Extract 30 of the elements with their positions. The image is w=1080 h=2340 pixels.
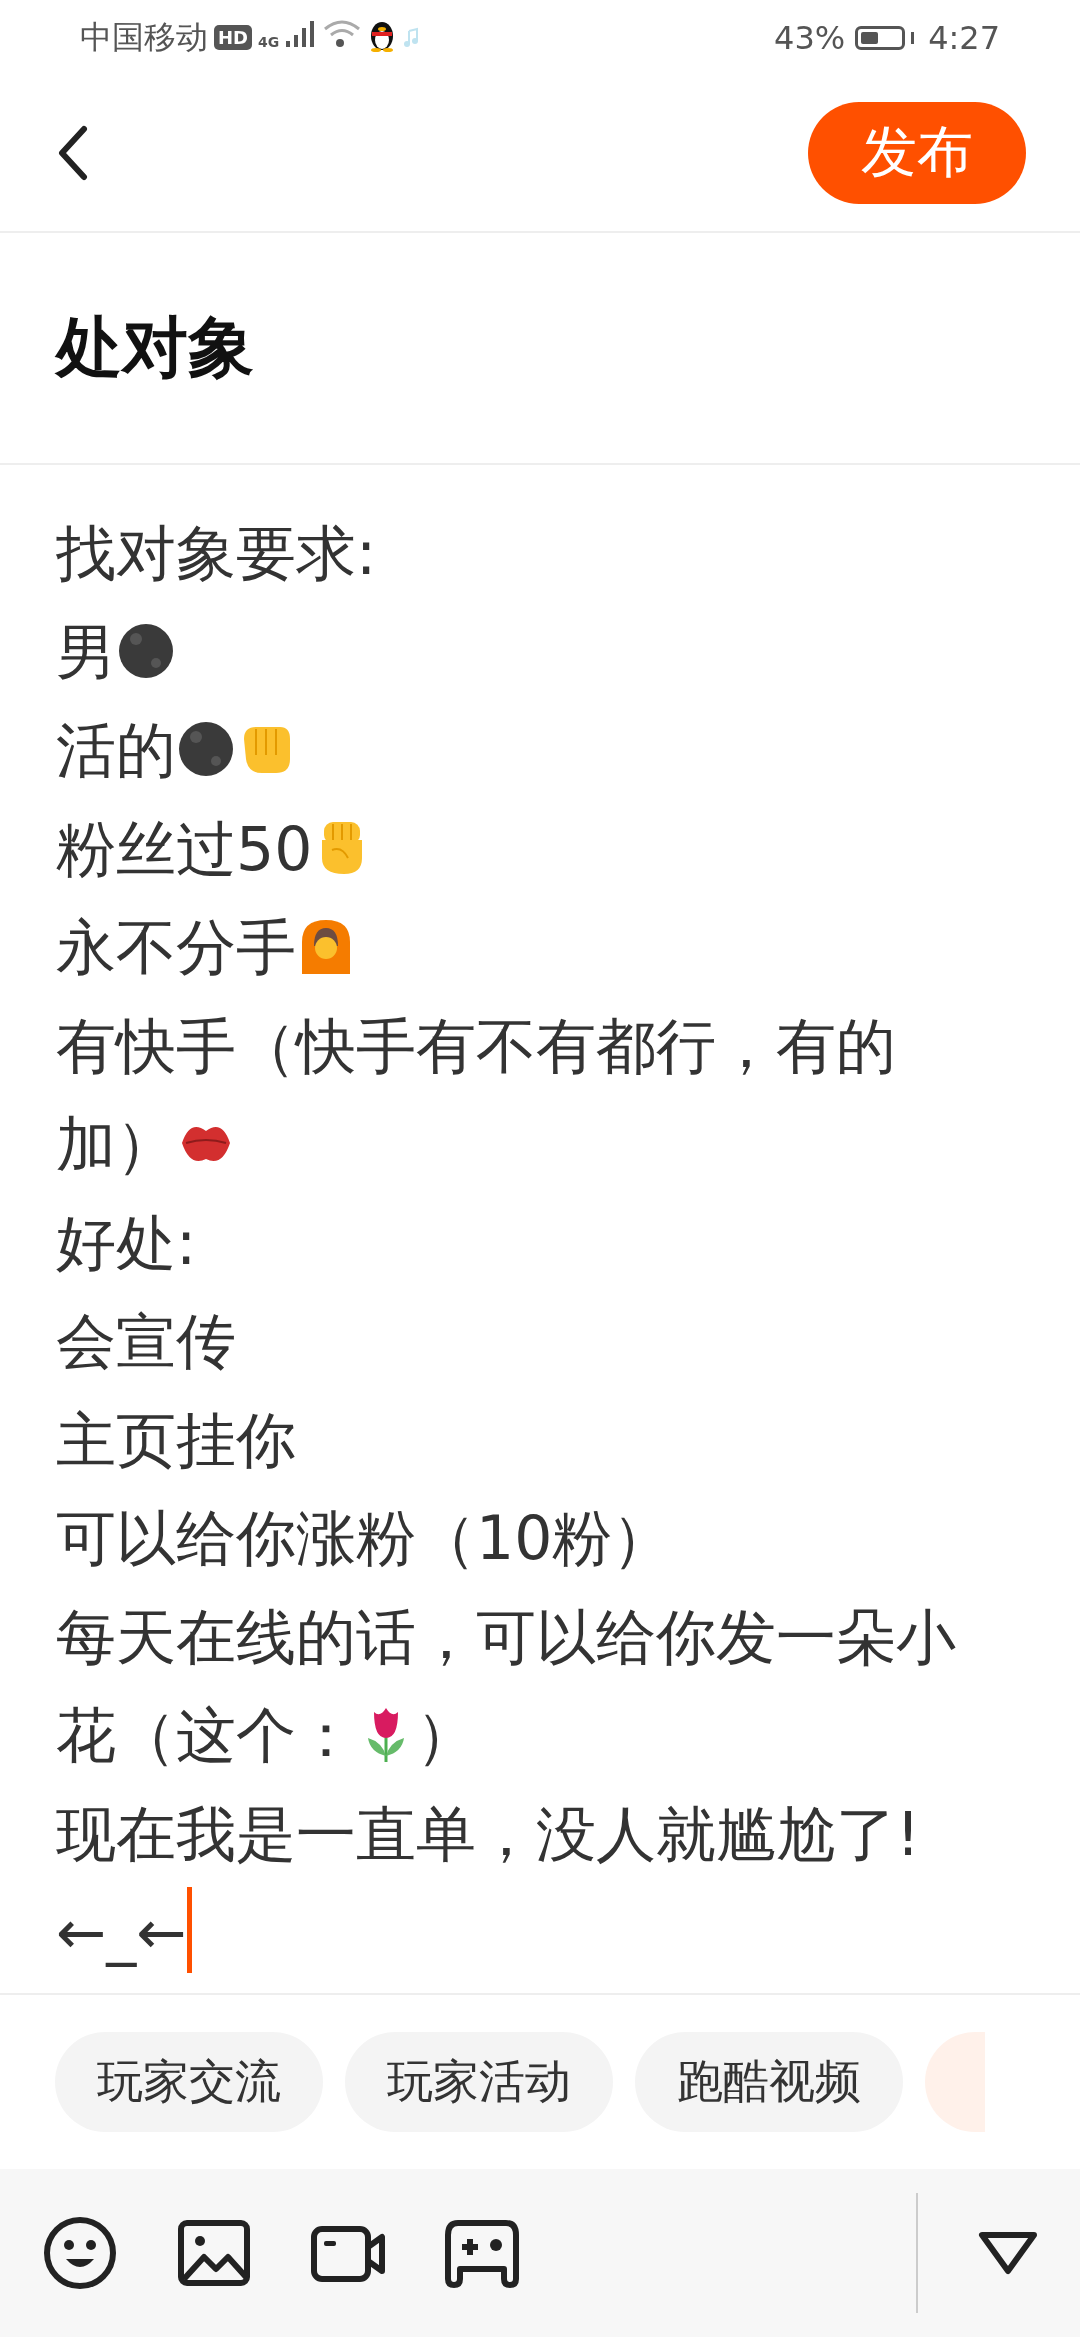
body-text: 粉丝过50 (56, 813, 313, 884)
collapse-triangle-icon[interactable] (976, 2229, 1040, 2277)
hd-badge: HD (214, 25, 252, 50)
emoji-icon[interactable] (42, 2215, 118, 2291)
carrier-name: 中国移动 (80, 16, 208, 58)
body-text: ） (416, 1700, 476, 1770)
network-type: 4G (258, 33, 280, 50)
body-text: 男 (56, 616, 116, 687)
body-line: 每天在线的话，可以给你发一朵小 (56, 1600, 957, 1674)
body-line: 会宣传 (56, 1305, 237, 1378)
body-line: 找对象要求: (56, 517, 378, 590)
body-text: 加） (56, 1109, 176, 1179)
battery-percent: 43% (774, 18, 846, 57)
body-line: 现在我是一直单，没人就尴尬了! (56, 1797, 922, 1871)
clock-time: 4:27 (928, 18, 1000, 57)
body-line: 主页挂你 (56, 1403, 297, 1477)
body-text: ←_← (56, 1897, 187, 1967)
body-text: 永不分手 (56, 912, 296, 982)
topic-chip[interactable]: 玩家交流 (55, 2032, 323, 2132)
body-line: 可以给你涨粉（10粉） (56, 1502, 674, 1575)
post-title: 处对象 (56, 308, 254, 388)
body-line: 有快手（快手有不有都行，有的 (56, 1009, 897, 1083)
back-icon[interactable] (58, 125, 88, 181)
topic-chip[interactable]: 跑酷视频 (635, 2032, 903, 2132)
body-line: 好处: (56, 1206, 198, 1280)
topic-chip[interactable]: 玩家活动 (345, 2032, 613, 2132)
body-text: 活的 (56, 715, 176, 785)
body-text: 花（这个： (56, 1700, 356, 1770)
wifi-icon (323, 18, 362, 49)
battery-icon (855, 25, 906, 50)
